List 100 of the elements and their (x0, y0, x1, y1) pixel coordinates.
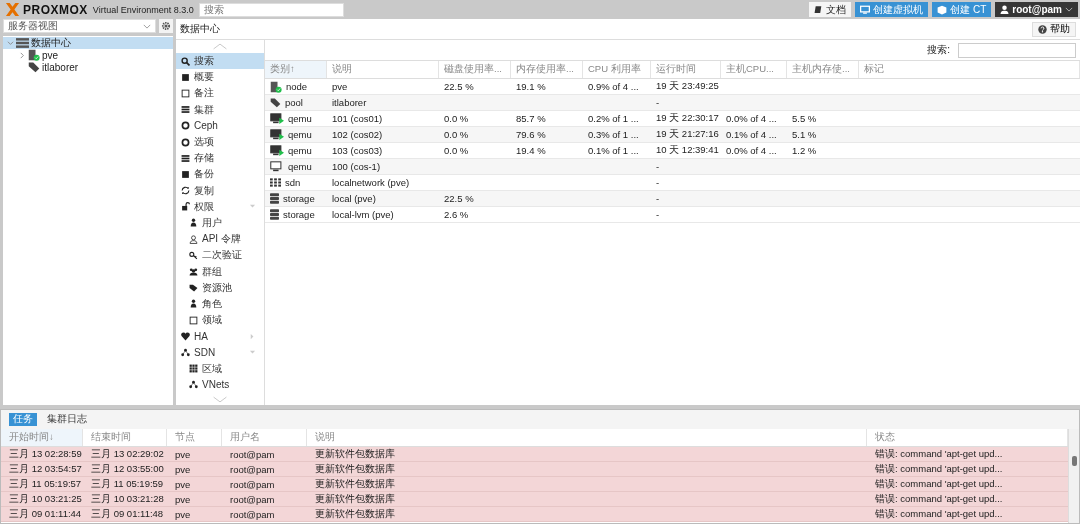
database-icon (270, 193, 279, 204)
nav-item[interactable]: 领域 (176, 312, 264, 329)
task-row[interactable]: 三月 11 05:19:57 三月 11 05:19:59 pve root@pam 更新软件包数据库 错误: command 'apt-get upd... (1, 477, 1068, 492)
column-header[interactable]: 说明 (327, 61, 439, 78)
logo-text: PROXMOX (23, 2, 88, 17)
database-icon (181, 153, 190, 163)
table-cell: 100 (cos-1) (332, 161, 381, 172)
square-icon (181, 169, 190, 179)
column-header[interactable]: 主机内存使... (787, 61, 859, 78)
scroll-down-icon[interactable] (212, 395, 228, 403)
settings-icon (181, 137, 190, 147)
table-cell: - (656, 97, 660, 108)
settings-button[interactable] (159, 19, 173, 33)
table-cell: 19 天 21:27:16 (656, 128, 719, 141)
nav-item[interactable]: 角色 (176, 295, 264, 312)
grid-icon (270, 178, 281, 187)
user-menu-button[interactable]: root@pam (995, 2, 1078, 17)
tags-icon (28, 61, 40, 73)
table-cell: 79.6 % (516, 129, 546, 140)
table-cell: qemu (288, 113, 312, 124)
search-field[interactable] (958, 42, 1076, 58)
nav-item[interactable]: 群组 (176, 263, 264, 280)
column-header[interactable]: 类别↑ (265, 61, 327, 78)
tab[interactable]: 集群日志 (43, 413, 91, 426)
nav-item[interactable]: 概要 (176, 69, 264, 86)
nav-item[interactable]: Ceph (176, 117, 264, 134)
table-cell: 0.1% of 1 ... (588, 145, 639, 156)
settings-icon (161, 21, 171, 31)
table-cell: 5.1 % (792, 129, 817, 140)
caret-icon[interactable] (7, 39, 14, 47)
tree-item[interactable]: pve (3, 49, 173, 61)
column-header[interactable]: 运行时间 (651, 61, 721, 78)
logo-icon (5, 2, 20, 17)
column-header[interactable]: 节点 (167, 429, 222, 446)
user-outline-icon (189, 234, 198, 244)
table-cell: 19 天 22:30:17 (656, 112, 719, 125)
column-header[interactable]: 结束时间 (83, 429, 167, 446)
task-row[interactable]: 三月 09 01:11:44 三月 09 01:11:48 pve root@pam 更新软件包数据库 错误: command 'apt-get upd... (1, 507, 1068, 522)
help-button[interactable]: 帮助 (1032, 21, 1076, 37)
nav-item[interactable]: 区域 (176, 360, 264, 377)
nav-item[interactable]: API 令牌 (176, 231, 264, 248)
column-header[interactable]: 开始时间↓ (1, 429, 83, 446)
column-header[interactable]: CPU 利用率 (583, 61, 651, 78)
column-header[interactable]: 主机CPU... (721, 61, 787, 78)
nav-item[interactable]: 资源池 (176, 279, 264, 296)
table-cell: 85.7 % (516, 113, 546, 124)
monitor-icon (860, 4, 871, 15)
scrollbar[interactable] (1068, 429, 1079, 523)
table-cell: - (656, 193, 660, 204)
column-header[interactable]: 磁盘使用率... (439, 61, 511, 78)
tree-item[interactable]: itlaborer (3, 61, 173, 73)
person-icon (189, 299, 198, 309)
table-cell: 5.5 % (792, 113, 817, 124)
nav-item[interactable]: 权限 (176, 198, 264, 215)
search-label: 搜索: (927, 43, 950, 57)
nav-item[interactable]: 二次验证 (176, 247, 264, 264)
task-row[interactable]: 三月 12 03:54:57 三月 12 03:55:00 pve root@pam 更新软件包数据库 错误: command 'apt-get upd... (1, 462, 1068, 477)
caret-icon (143, 23, 151, 29)
table-cell: - (656, 209, 660, 220)
table-cell: storage (283, 193, 315, 204)
nav-item[interactable]: 选项 (176, 133, 264, 151)
table-cell: qemu (288, 161, 312, 172)
network-icon (181, 347, 190, 357)
scroll-up-icon[interactable] (212, 43, 228, 50)
nav-item[interactable]: VNets (176, 376, 264, 393)
key-icon (189, 250, 198, 260)
nav-item[interactable]: 备份 (176, 166, 264, 183)
product-version: Virtual Environment 8.3.0 (92, 4, 194, 15)
caret-icon[interactable] (19, 51, 26, 59)
server-online-icon (270, 80, 282, 93)
heart-icon (181, 331, 190, 341)
nav-item[interactable]: 复制 (176, 182, 264, 199)
table-cell: pve (332, 81, 348, 92)
column-header[interactable]: 标记 (859, 61, 1080, 78)
column-header[interactable]: 内存使用率... (511, 61, 583, 78)
docs-button[interactable]: 文档 (809, 2, 852, 17)
table-cell: 0.0% of 4 ... (726, 145, 777, 156)
table-cell: 0.0 % (444, 145, 469, 156)
column-header[interactable]: 说明 (307, 429, 867, 446)
tags-icon (270, 97, 281, 108)
table-cell: 0.2% of 1 ... (588, 113, 639, 124)
task-row[interactable]: 三月 13 02:28:59 三月 13 02:29:02 pve root@pam 更新软件包数据库 错误: command 'apt-get upd... (1, 447, 1068, 462)
nav-item[interactable]: 搜索 (176, 53, 264, 70)
table-cell: - (656, 161, 660, 172)
nav-item[interactable]: 备注 (176, 85, 264, 102)
table-cell: sdn (285, 177, 301, 188)
column-header[interactable]: 用户名 (222, 429, 307, 446)
nav-item[interactable]: 存储 (176, 150, 264, 167)
nav-item[interactable]: 用户 (176, 214, 264, 232)
table-cell: 10 天 12:39:41 (656, 144, 719, 157)
table-cell: 101 (cos01) (332, 113, 383, 124)
nav-item[interactable]: 集群 (176, 101, 264, 118)
tree-item[interactable]: 数据中心 (3, 37, 173, 49)
task-row[interactable]: 三月 10 03:21:25 三月 10 03:21:28 pve root@pam 更新软件包数据库 错误: command 'apt-get upd... (1, 492, 1068, 507)
user-icon (1000, 5, 1010, 14)
search-field[interactable]: 搜索 (198, 2, 344, 17)
view-select[interactable]: 服务器视图 (3, 19, 156, 33)
nav-item[interactable]: HA (176, 328, 264, 345)
table-cell: 19.1 % (516, 81, 546, 92)
nav-item[interactable]: SDN (176, 344, 264, 361)
